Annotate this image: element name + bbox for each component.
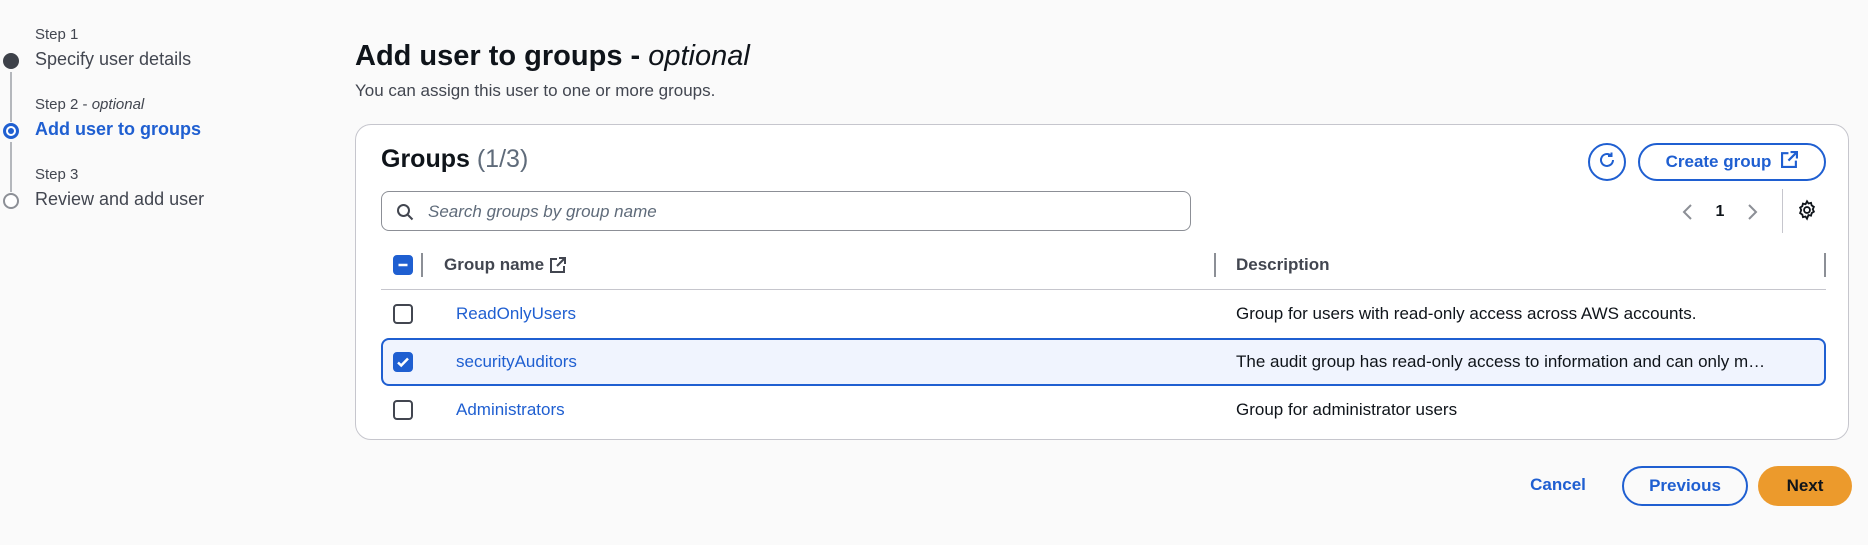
pagination: 1 (1673, 197, 1767, 227)
step-1[interactable]: Step 1 Specify user details (0, 26, 260, 122)
step-2-number: Step 2 - optional (35, 96, 145, 113)
search-box (381, 191, 1191, 232)
group-description: The audit group has read-only access to … (1236, 352, 1766, 371)
step-1-title[interactable]: Specify user details (35, 48, 260, 70)
table-row-selected[interactable]: securityAuditors The audit group has rea… (381, 338, 1826, 386)
wizard-stepper: Step 1 Specify user details Step 2 - opt… (0, 26, 260, 236)
column-divider (421, 253, 423, 277)
divider (1782, 189, 1783, 233)
column-divider[interactable] (1824, 253, 1826, 277)
table-row[interactable]: Administrators Group for administrator u… (381, 386, 1826, 434)
page-number[interactable]: 1 (1703, 203, 1737, 221)
groups-count: (1/3) (476, 145, 529, 173)
table-header: Group name Description (381, 241, 1826, 290)
preferences-button[interactable] (1796, 199, 1818, 226)
minus-icon (398, 263, 408, 267)
column-header-description[interactable]: Description (1236, 255, 1330, 275)
step-3-title: Review and add user (35, 189, 205, 209)
row-checkbox[interactable] (393, 400, 413, 420)
column-divider[interactable] (1214, 253, 1216, 277)
check-icon (397, 357, 409, 368)
step-pending-icon (3, 193, 19, 209)
prev-page-button[interactable] (1673, 203, 1703, 221)
search-input[interactable] (426, 192, 1170, 232)
step-3: Step 3 Review and add user (0, 166, 260, 236)
gear-icon (1798, 199, 1816, 221)
cancel-button[interactable]: Cancel (1512, 465, 1604, 505)
group-description: Group for administrator users (1236, 400, 1458, 419)
next-button[interactable]: Next (1758, 466, 1852, 506)
row-checkbox[interactable] (393, 352, 413, 372)
column-header-group-name[interactable]: Group name (444, 255, 567, 275)
step-2: Step 2 - optional Add user to groups (0, 96, 260, 192)
group-description: Group for users with read-only access ac… (1236, 304, 1697, 323)
row-checkbox[interactable] (393, 304, 413, 324)
page-title: Add user to groups - optional (355, 40, 750, 72)
create-group-label: Create group (1665, 152, 1772, 171)
groups-heading: Groups (1/3) (381, 145, 529, 173)
chevron-right-icon (1748, 204, 1758, 220)
select-all-checkbox[interactable] (393, 255, 413, 275)
groups-container: Groups (1/3) Create group 1 (355, 124, 1849, 440)
previous-button[interactable]: Previous (1622, 466, 1748, 506)
search-icon (397, 204, 414, 221)
step-3-number: Step 3 (35, 166, 79, 183)
external-link-icon (1781, 151, 1799, 173)
refresh-icon (1597, 150, 1617, 175)
refresh-button[interactable] (1588, 143, 1626, 181)
group-name-link[interactable]: securityAuditors (456, 352, 577, 372)
step-complete-icon (3, 53, 19, 69)
table-row[interactable]: ReadOnlyUsers Group for users with read-… (381, 290, 1826, 338)
create-group-button[interactable]: Create group (1638, 143, 1826, 181)
page-subtitle: You can assign this user to one or more … (355, 81, 716, 100)
external-link-icon (550, 257, 567, 273)
group-name-link[interactable]: ReadOnlyUsers (456, 304, 576, 324)
step-2-title: Add user to groups (35, 119, 201, 139)
step-current-icon (3, 123, 19, 139)
step-1-number: Step 1 (35, 26, 79, 43)
chevron-left-icon (1682, 204, 1692, 220)
next-page-button[interactable] (1737, 203, 1767, 221)
group-name-link[interactable]: Administrators (456, 400, 565, 420)
